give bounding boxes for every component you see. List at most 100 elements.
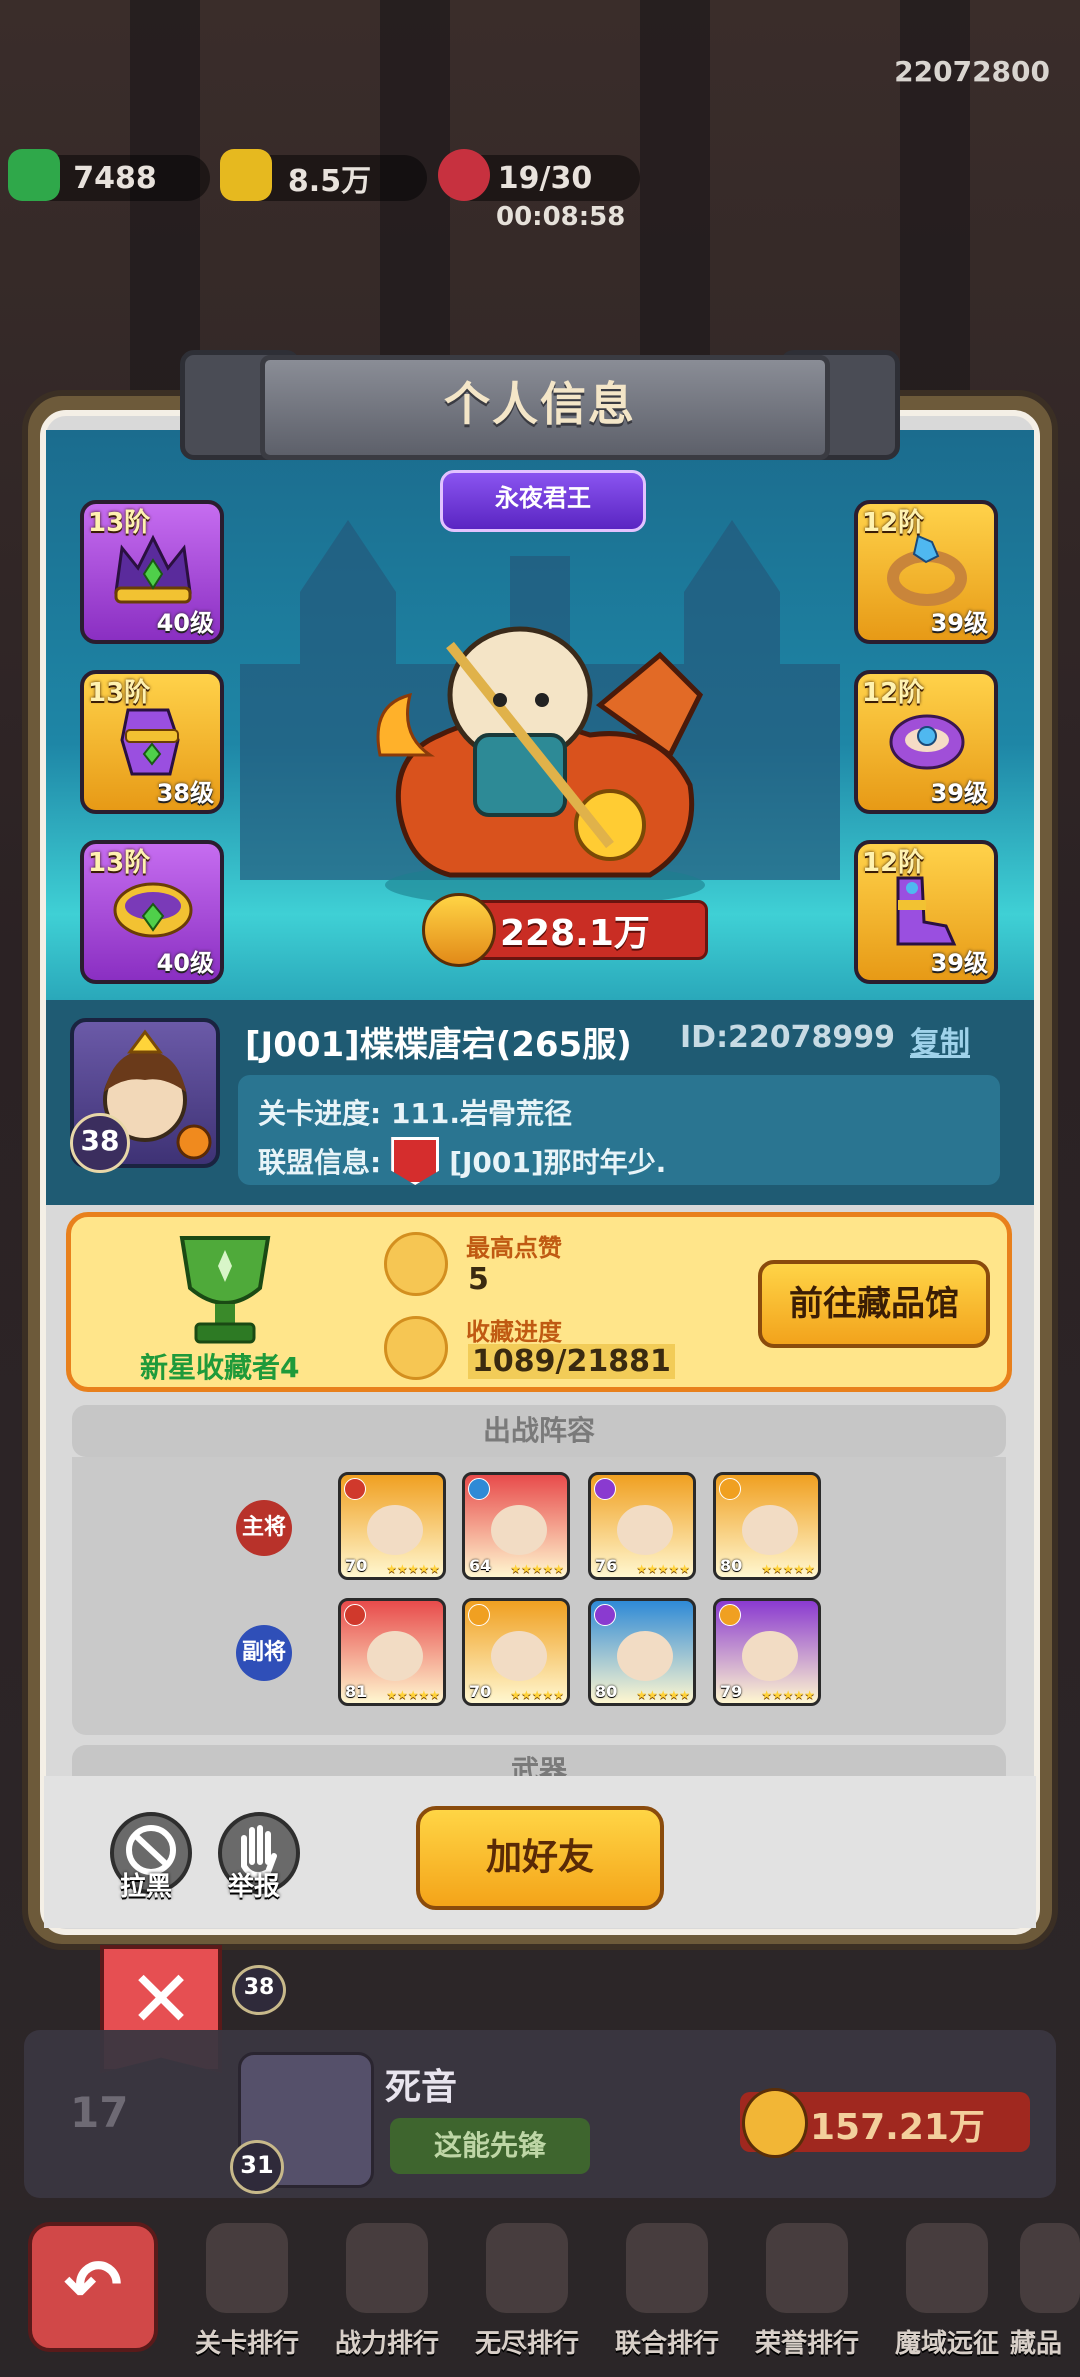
- nav-tab[interactable]: 荣誉排行: [742, 2215, 872, 2365]
- equipment-tier: 13阶: [88, 848, 151, 878]
- player-level-badge: 38: [70, 1113, 130, 1173]
- hero-portrait: [491, 1631, 547, 1681]
- hero-class-icon: [344, 1604, 366, 1626]
- hero-stars: ★★★★★: [636, 1562, 690, 1576]
- equipment-slot-bracelet[interactable]: 12阶 39级: [854, 670, 998, 814]
- hero-class-icon: [594, 1478, 616, 1500]
- trophy-icon: [179, 1236, 271, 1344]
- hero-card[interactable]: 81 ★★★★★: [338, 1598, 446, 1706]
- player-title-badge: 永夜君王: [440, 470, 646, 532]
- hero-card[interactable]: 70 ★★★★★: [338, 1472, 446, 1580]
- hero-card[interactable]: 76 ★★★★★: [588, 1472, 696, 1580]
- equipment-tier: 13阶: [88, 508, 151, 538]
- gem-icon: [8, 149, 60, 201]
- nav-tab-label: 关卡排行: [194, 2329, 299, 2359]
- hero-stars: ★★★★★: [386, 1562, 440, 1576]
- stamina-counter[interactable]: 19/30: [438, 149, 640, 201]
- hero-stars: ★★★★★: [510, 1688, 564, 1702]
- gold-value: 8.5万: [287, 164, 372, 199]
- hero-level: 70: [345, 1556, 368, 1575]
- equipment-level: 40级: [156, 949, 214, 977]
- hero-stars: ★★★★★: [636, 1688, 690, 1702]
- alliance-emblem-icon: [391, 1137, 440, 1185]
- collector-title: 新星收藏者4: [140, 1351, 300, 1384]
- rank-player-power: 157.21万: [810, 2107, 985, 2148]
- hero-class-icon: [468, 1604, 490, 1626]
- equipment-slot-belt[interactable]: 13阶 40级: [80, 840, 224, 984]
- back-button[interactable]: ↶: [28, 2222, 158, 2352]
- hero-portrait: [617, 1505, 673, 1555]
- equipment-tier: 13阶: [88, 678, 151, 708]
- likes-label: 最高点赞: [466, 1234, 562, 1262]
- nav-tab-label: 魔域远征: [894, 2329, 999, 2359]
- hero-portrait: [742, 1505, 798, 1555]
- hero-card[interactable]: 80 ★★★★★: [713, 1472, 821, 1580]
- equipment-tier: 12阶: [862, 678, 925, 708]
- nav-tab[interactable]: 战力排行: [322, 2215, 452, 2365]
- hero-level: 70: [469, 1682, 492, 1701]
- nav-tab-icon: [1020, 2223, 1080, 2313]
- hero-level: 76: [595, 1556, 618, 1575]
- equipment-slot-gloves[interactable]: 13阶 38级: [80, 670, 224, 814]
- hero-stars: ★★★★★: [510, 1562, 564, 1576]
- hero-class-icon: [719, 1478, 741, 1500]
- server-uid: 22072800: [894, 55, 1050, 88]
- nav-tab-label: 战力排行: [334, 2329, 439, 2359]
- hero-class-icon: [344, 1478, 366, 1500]
- collection-progress-label: 收藏进度: [466, 1318, 562, 1346]
- nav-tab-label: 荣誉排行: [754, 2329, 859, 2359]
- ring-icon: [887, 534, 967, 606]
- hero-stars: ★★★★★: [386, 1688, 440, 1702]
- belt-icon: [113, 882, 193, 938]
- hero-stars: ★★★★★: [761, 1562, 815, 1576]
- nav-tab-icon: [626, 2223, 708, 2313]
- crown-icon: [114, 534, 192, 604]
- nav-tab-label: 无尽排行: [474, 2329, 579, 2359]
- stage-progress: 关卡进度: 111.岩骨荒径: [258, 1097, 573, 1130]
- hero-card[interactable]: 80 ★★★★★: [588, 1598, 696, 1706]
- power-shield-icon: [422, 893, 496, 967]
- equipment-level: 39级: [930, 779, 988, 807]
- nav-tab[interactable]: 藏品: [1010, 2215, 1080, 2365]
- boots-icon: [896, 876, 957, 946]
- player-id: ID:22078999: [680, 1020, 896, 1055]
- equipment-slot-helmet[interactable]: 13阶 40级: [80, 500, 224, 644]
- rank-power-icon: [742, 2088, 808, 2158]
- copy-id-button[interactable]: 复制: [910, 1018, 970, 1062]
- equipment-tier: 12阶: [862, 848, 925, 878]
- hero-portrait: [367, 1505, 423, 1555]
- add-friend-button[interactable]: 加好友: [416, 1806, 664, 1910]
- nav-tab[interactable]: 关卡排行: [182, 2215, 312, 2365]
- hero-class-icon: [468, 1478, 490, 1500]
- equipment-slot-ring[interactable]: 12阶 39级: [854, 500, 998, 644]
- nav-tab-label: 联合排行: [614, 2329, 719, 2359]
- hero-level: 79: [720, 1682, 743, 1701]
- alliance-name[interactable]: [J001]那时年少.: [449, 1141, 666, 1181]
- nav-tab-icon: [206, 2223, 288, 2313]
- alliance-info: 联盟信息: [J001]那时年少.: [258, 1137, 666, 1185]
- nav-tab[interactable]: 魔域远征: [882, 2215, 1012, 2365]
- hero-level: 80: [720, 1556, 743, 1575]
- nav-tab-icon: [766, 2223, 848, 2313]
- hero-card[interactable]: 64 ★★★★★: [462, 1472, 570, 1580]
- hero-level: 81: [345, 1682, 368, 1701]
- hero-mount-art: [376, 626, 705, 907]
- combat-power: 228.1万: [500, 913, 650, 954]
- sub-general-badge: 副将: [236, 1625, 292, 1681]
- thumbs-up-icon: [384, 1232, 448, 1296]
- stamina-timer: 00:08:58: [496, 202, 626, 232]
- gold-counter[interactable]: 8.5万: [220, 149, 427, 201]
- hero-class-icon: [594, 1604, 616, 1626]
- nav-tab[interactable]: 无尽排行: [462, 2215, 592, 2365]
- bracelet-icon: [889, 714, 965, 770]
- hero-card[interactable]: 79 ★★★★★: [713, 1598, 821, 1706]
- gold-coin-icon: [220, 149, 272, 201]
- nav-tab[interactable]: 联合排行: [602, 2215, 732, 2365]
- gem-counter[interactable]: 7488: [8, 149, 210, 201]
- hero-class-icon: [719, 1604, 741, 1626]
- hero-card[interactable]: 70 ★★★★★: [462, 1598, 570, 1706]
- equipment-level: 39级: [930, 949, 988, 977]
- go-to-museum-button[interactable]: 前往藏品馆: [758, 1260, 990, 1348]
- equipment-slot-boots[interactable]: 12阶 39级: [854, 840, 998, 984]
- hero-stars: ★★★★★: [761, 1688, 815, 1702]
